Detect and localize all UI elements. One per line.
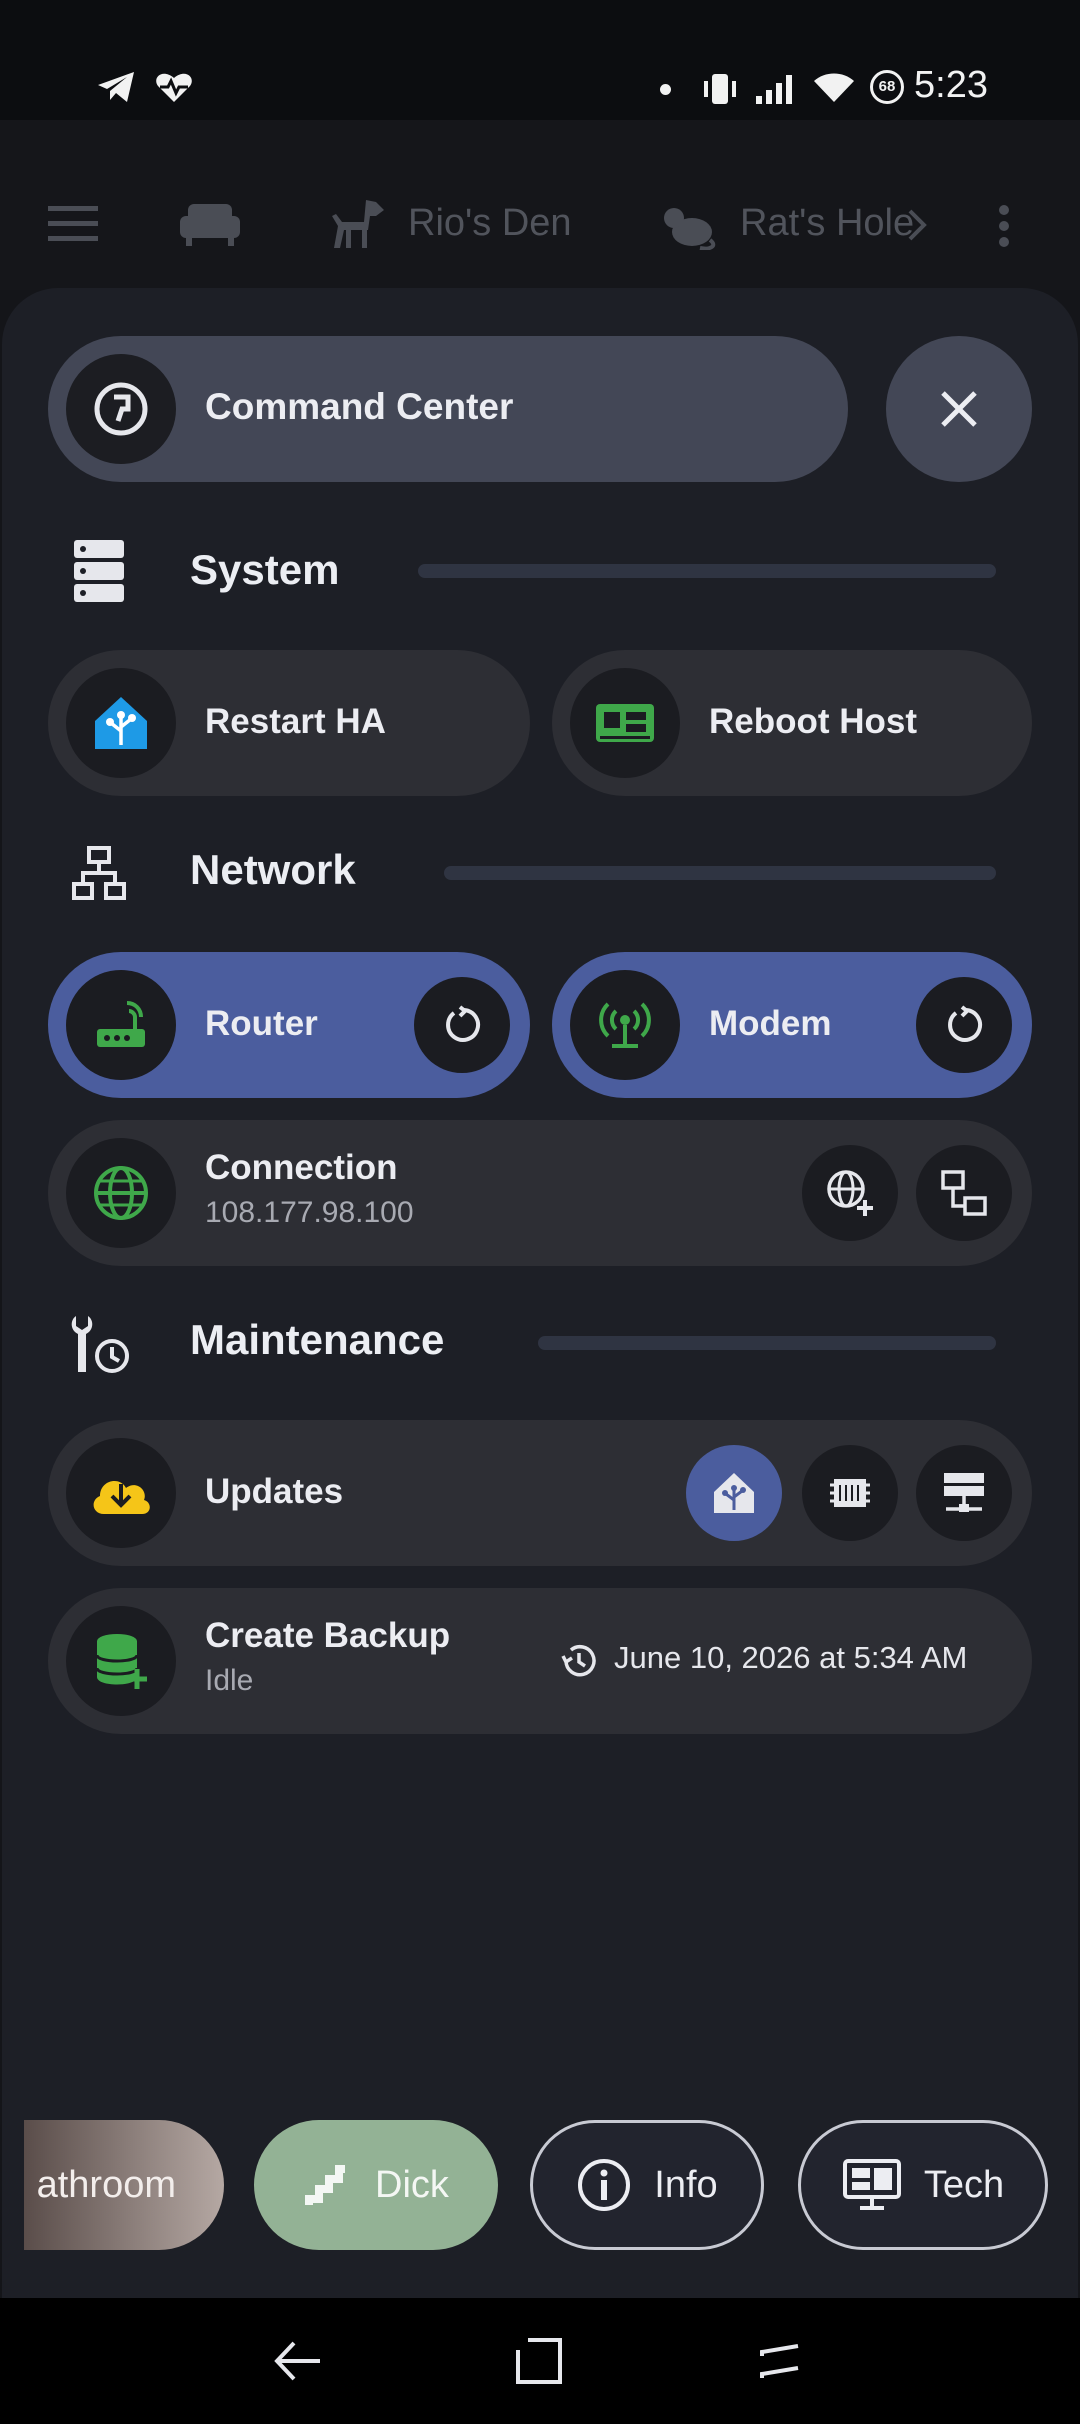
- database-plus-icon: [95, 1634, 147, 1689]
- battery-indicator: 68: [870, 70, 904, 104]
- close-icon: [941, 391, 977, 427]
- router-button[interactable]: Router: [48, 952, 530, 1098]
- wrench-clock-icon: [71, 1316, 129, 1373]
- restart-ha-icon-box: [66, 668, 176, 778]
- home-icon[interactable]: [514, 2336, 564, 2386]
- last-backup-time: June 10, 2026 at 5:34 AM: [614, 1640, 968, 1675]
- restart-ha-button[interactable]: Restart HA: [48, 650, 530, 796]
- ip-address: 108.177.98.100: [205, 1196, 414, 1229]
- recents-icon[interactable]: [758, 2338, 802, 2384]
- close-button[interactable]: [886, 336, 1032, 482]
- system-nav-bar: [0, 2298, 1080, 2424]
- monitor-dashboard-icon: [842, 2159, 901, 2210]
- add-web-button[interactable]: [802, 1145, 898, 1241]
- lan-connect-icon: [941, 1170, 987, 1216]
- chip-dick-label: Dick: [375, 2163, 449, 2206]
- rat-icon: [664, 208, 716, 250]
- section-title-system: System: [190, 546, 340, 593]
- section-title-network: Network: [190, 846, 356, 893]
- connection-icon-box: [66, 1138, 176, 1248]
- section-divider: [444, 866, 996, 880]
- updates-card[interactable]: Updates: [48, 1420, 1032, 1566]
- telegram-icon: [98, 72, 134, 102]
- command-center-sheet: [2, 288, 1078, 2298]
- sofa-icon[interactable]: [178, 200, 242, 248]
- server-icon: [74, 540, 124, 602]
- updates-label: Updates: [205, 1472, 344, 1511]
- stairs-icon: [305, 2165, 346, 2205]
- reboot-host-label: Reboot Host: [709, 702, 918, 741]
- page-title: Command Center: [205, 386, 514, 427]
- signal-icon: [756, 75, 792, 104]
- clock: 5:23: [914, 64, 988, 106]
- vibrate-icon: [704, 74, 736, 104]
- memory-chip-icon: [830, 1479, 870, 1507]
- updates-icon-box: [66, 1438, 176, 1548]
- web-plus-icon: [827, 1170, 873, 1216]
- network-icon: [72, 846, 126, 900]
- home-assistant-icon: [714, 1473, 754, 1513]
- backup-label: Create Backup: [205, 1616, 451, 1655]
- connection-card[interactable]: Connection 108.177.98.100: [48, 1120, 1032, 1266]
- reboot-host-button[interactable]: Reboot Host: [552, 650, 1032, 796]
- section-title-maintenance: Maintenance: [190, 1316, 445, 1363]
- section-divider: [418, 564, 996, 578]
- lan-button[interactable]: [916, 1145, 1012, 1241]
- status-bar: 68 5:23: [0, 0, 1080, 120]
- restart-icon: [446, 1005, 481, 1042]
- backup-icon-box: [66, 1606, 176, 1716]
- chip-bathroom-label: athroom: [36, 2163, 176, 2206]
- connection-label: Connection: [205, 1148, 398, 1187]
- more-vert-icon[interactable]: [996, 204, 1012, 248]
- router-label: Router: [205, 1004, 318, 1043]
- wifi-icon: [814, 73, 854, 102]
- menu-icon[interactable]: [48, 206, 98, 242]
- antenna-icon: [599, 1002, 651, 1048]
- router-restart-button[interactable]: [414, 977, 510, 1073]
- notification-dot-icon: [660, 84, 671, 95]
- info-icon: [578, 2159, 631, 2211]
- cloud-download-icon: [93, 1481, 150, 1514]
- chip-dick[interactable]: Dick: [254, 2120, 498, 2250]
- top-nav: Rio's Den Rat's Hole: [0, 120, 1080, 290]
- modem-icon-box: [570, 970, 680, 1080]
- backup-state: Idle: [205, 1664, 254, 1697]
- update-firmware-button[interactable]: [802, 1445, 898, 1541]
- router-icon: [97, 1001, 145, 1047]
- back-icon[interactable]: [274, 2338, 322, 2384]
- health-heart-icon: [156, 73, 192, 102]
- router-icon-box: [66, 970, 176, 1080]
- chip-info-label: Info: [654, 2163, 718, 2206]
- history-icon: [561, 1644, 596, 1677]
- chip-bathroom[interactable]: athroom: [24, 2120, 224, 2250]
- modem-button[interactable]: Modem: [552, 952, 1032, 1098]
- chip-info[interactable]: Info: [530, 2120, 764, 2250]
- reboot-host-icon-box: [570, 668, 680, 778]
- home-assistant-icon: [95, 697, 147, 749]
- server-network-icon: [944, 1473, 984, 1512]
- globe-icon: [94, 1166, 148, 1220]
- section-divider: [538, 1336, 996, 1350]
- dog-icon: [332, 200, 384, 248]
- command-center-icon-box: [66, 354, 176, 464]
- command-center-icon: [94, 382, 148, 436]
- restart-icon: [948, 1005, 983, 1042]
- modem-label: Modem: [709, 1004, 832, 1043]
- restart-ha-label: Restart HA: [205, 702, 386, 741]
- chip-tech[interactable]: Tech: [798, 2120, 1048, 2250]
- modem-restart-button[interactable]: [916, 977, 1012, 1073]
- chevron-right-icon[interactable]: [906, 208, 928, 242]
- raspberry-board-icon: [596, 704, 654, 742]
- chip-tech-label: Tech: [923, 2163, 1005, 2206]
- tab-rats-hole[interactable]: Rat's Hole: [740, 202, 914, 245]
- update-core-button[interactable]: [686, 1445, 782, 1541]
- update-os-button[interactable]: [916, 1445, 1012, 1541]
- sheet-header: Command Center: [48, 336, 848, 482]
- tab-rios-den[interactable]: Rio's Den: [408, 202, 572, 245]
- create-backup-card[interactable]: Create Backup Idle June 10, 2026 at 5:34…: [48, 1588, 1032, 1734]
